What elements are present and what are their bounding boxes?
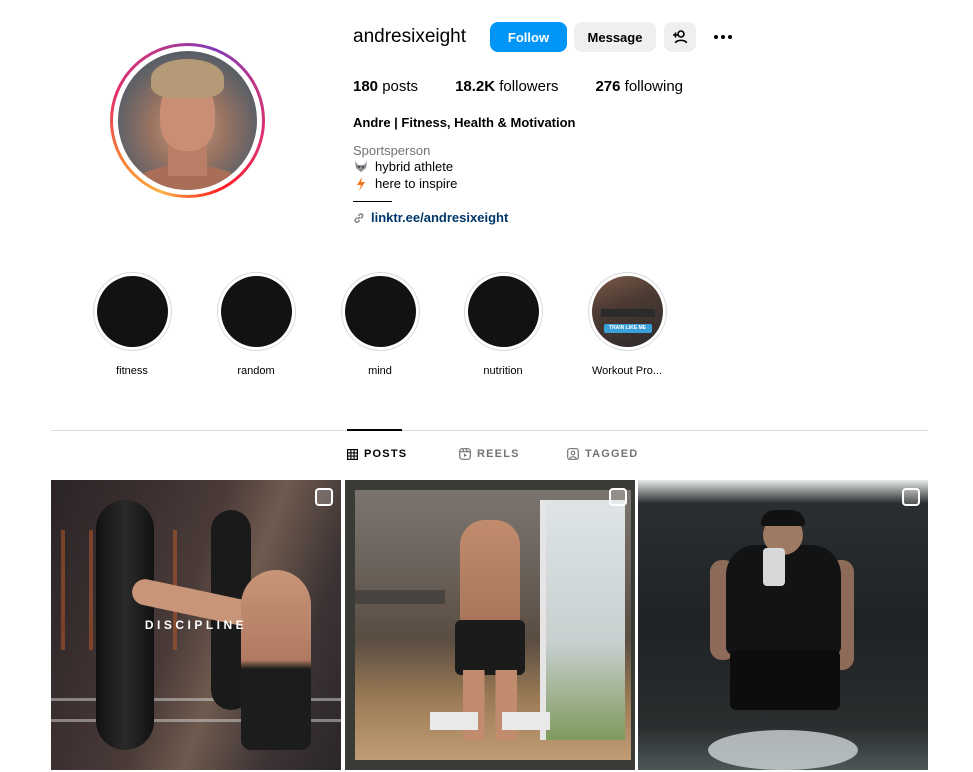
highlight-ring: [216, 272, 296, 351]
highlight-cover-sign: [600, 309, 655, 317]
highlight-workout-program[interactable]: TRAIN LIKE ME Workout Pro...: [587, 272, 667, 377]
highlight-label: random: [237, 365, 275, 377]
fighter-graphic: [241, 570, 311, 750]
person-cap-graphic: [761, 510, 805, 526]
person-shorts-graphic: [730, 650, 840, 710]
avatar: [118, 51, 257, 190]
profile-stats: 180 posts 18.2K followers 276 following: [353, 78, 720, 95]
avatar-hair: [151, 59, 224, 99]
bio-text-1: hybrid athlete: [375, 159, 454, 174]
lightning-emoji-icon: [353, 176, 369, 191]
tabs-divider: [51, 430, 928, 431]
bio-line-1: hybrid athlete: [353, 159, 453, 174]
tab-tagged-label: TAGGED: [585, 448, 639, 460]
active-tab-indicator: [347, 429, 402, 431]
highlight-ring: TRAIN LIKE ME: [587, 272, 667, 351]
highlight-label: mind: [368, 365, 392, 377]
highlight-ring: [340, 272, 420, 351]
post-overlay-text: DISCIPLINE: [144, 618, 248, 632]
more-options-icon: [714, 35, 732, 39]
highlight-mind[interactable]: mind: [340, 272, 420, 377]
highlight-cover-text: TRAIN LIKE ME: [609, 325, 646, 331]
profile-full-name: Andre | Fitness, Health & Motivation: [353, 115, 576, 130]
tab-posts-label: POSTS: [364, 448, 408, 460]
more-options-button[interactable]: [706, 22, 740, 52]
grid-icon: [347, 448, 358, 460]
highlight-random[interactable]: random: [216, 272, 296, 377]
following-count[interactable]: 276 following: [595, 78, 683, 95]
highlight-cover: [344, 276, 416, 347]
sink-graphic: [708, 730, 858, 770]
add-user-icon: [673, 30, 688, 44]
followers-count-value: 18.2K: [455, 78, 496, 95]
wolf-emoji-icon: [353, 160, 369, 174]
posts-count-value: 180: [353, 78, 379, 95]
phone-graphic: [763, 548, 785, 586]
bio-line-2: here to inspire: [353, 176, 457, 191]
reels-icon: [459, 448, 471, 460]
carousel-icon: [902, 488, 920, 506]
follow-button[interactable]: Follow: [490, 22, 567, 52]
link-icon: [354, 212, 364, 223]
followers-count[interactable]: 18.2K followers: [455, 78, 558, 95]
post-thumbnail-1[interactable]: DISCIPLINE: [51, 480, 341, 770]
message-button[interactable]: Message: [574, 22, 656, 52]
following-count-label: following: [624, 78, 684, 95]
tab-tagged[interactable]: TAGGED: [567, 448, 638, 460]
post-thumbnail-3[interactable]: [638, 480, 928, 770]
bio-divider: [353, 201, 392, 202]
carousel-icon: [609, 488, 627, 506]
profile-category: Sportsperson: [353, 143, 431, 158]
highlight-label: fitness: [116, 365, 148, 377]
profile-link-text: linktr.ee/andresixeight: [371, 210, 509, 225]
tab-posts[interactable]: POSTS: [347, 448, 407, 460]
mirror-frame-graphic: [345, 480, 635, 770]
tab-reels-label: REELS: [477, 448, 520, 460]
tagged-icon: [567, 448, 579, 460]
highlight-fitness[interactable]: fitness: [92, 272, 172, 377]
bio-text-2: here to inspire: [375, 176, 458, 191]
posts-count: 180 posts: [353, 78, 418, 95]
followers-count-label: followers: [499, 78, 559, 95]
highlight-cover: [96, 276, 168, 347]
profile-link[interactable]: linktr.ee/andresixeight: [353, 210, 508, 225]
highlight-ring: [92, 272, 172, 351]
tab-reels[interactable]: REELS: [459, 448, 520, 460]
profile-avatar-story-ring[interactable]: [110, 43, 265, 198]
highlight-label: nutrition: [483, 365, 523, 377]
posts-count-label: posts: [382, 78, 419, 95]
highlight-label: Workout Pro...: [591, 365, 663, 377]
highlight-nutrition[interactable]: nutrition: [463, 272, 543, 377]
highlight-cover: [467, 276, 539, 347]
reel-icon: [315, 488, 333, 506]
highlight-cover-banner: TRAIN LIKE ME: [603, 324, 652, 333]
profile-username: andresixeight: [353, 26, 467, 47]
suggested-users-button[interactable]: [664, 22, 696, 52]
highlight-cover: TRAIN LIKE ME: [591, 276, 663, 347]
post-thumbnail-2[interactable]: [345, 480, 635, 770]
following-count-value: 276: [595, 78, 621, 95]
highlight-cover: [220, 276, 292, 347]
highlight-ring: [463, 272, 543, 351]
